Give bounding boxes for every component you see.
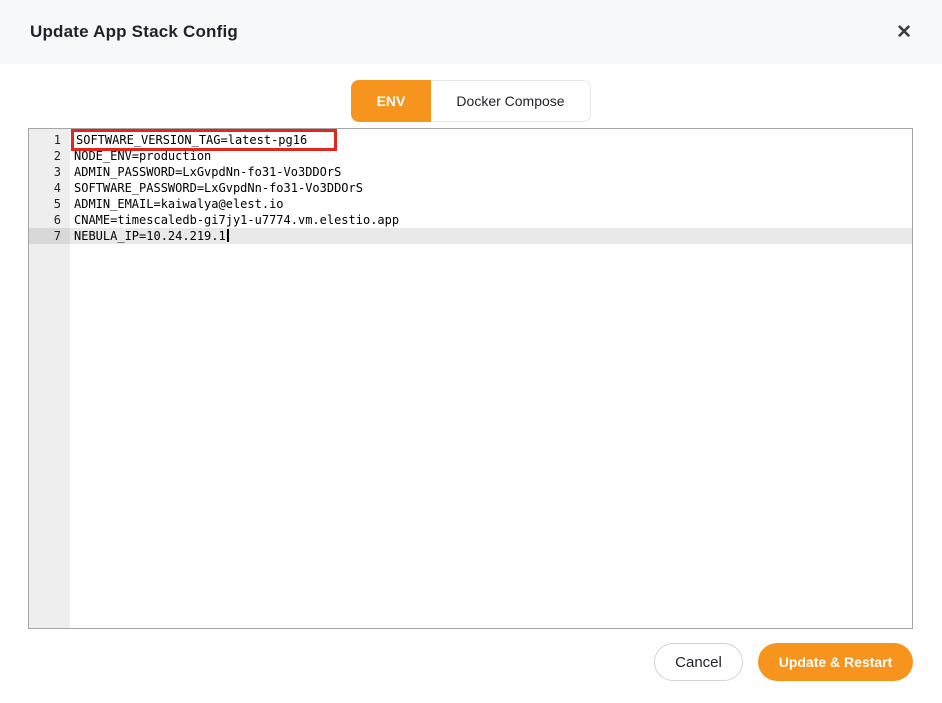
- tab-docker-compose[interactable]: Docker Compose: [431, 80, 591, 122]
- line-number: 2: [29, 148, 70, 164]
- close-icon[interactable]: ✕: [896, 23, 912, 42]
- editor-line[interactable]: SOFTWARE_VERSION_TAG=latest-pg16: [70, 132, 912, 148]
- line-number: 3: [29, 164, 70, 180]
- editor-line[interactable]: SOFTWARE_PASSWORD=LxGvpdNn-fo31-Vo3DDOrS: [70, 180, 912, 196]
- line-number: 4: [29, 180, 70, 196]
- editor-line-text: SOFTWARE_VERSION_TAG=latest-pg16: [76, 133, 307, 147]
- text-cursor: [227, 229, 229, 242]
- modal-footer: Cancel Update & Restart: [654, 643, 913, 681]
- line-number: 5: [29, 196, 70, 212]
- line-number: 6: [29, 212, 70, 228]
- line-number-active: 7: [29, 228, 70, 244]
- highlight-red-box: SOFTWARE_VERSION_TAG=latest-pg16: [71, 129, 337, 151]
- cancel-button[interactable]: Cancel: [654, 643, 743, 681]
- editor-line-text: NEBULA_IP=10.24.219.1: [74, 229, 226, 243]
- line-number: 1: [29, 132, 70, 148]
- modal-header: Update App Stack Config ✕: [0, 0, 942, 64]
- tab-group: ENV Docker Compose: [0, 80, 942, 122]
- editor-line[interactable]: CNAME=timescaledb-gi7jy1-u7774.vm.elesti…: [70, 212, 912, 228]
- page-title: Update App Stack Config: [30, 22, 238, 42]
- editor-line-active[interactable]: NEBULA_IP=10.24.219.1: [70, 228, 912, 244]
- update-restart-button[interactable]: Update & Restart: [758, 643, 913, 681]
- code-editor[interactable]: 1 2 3 4 5 6 7 SOFTWARE_VERSION_TAG=lates…: [28, 128, 913, 629]
- editor-line[interactable]: ADMIN_EMAIL=kaiwalya@elest.io: [70, 196, 912, 212]
- editor-gutter: 1 2 3 4 5 6 7: [29, 129, 70, 628]
- editor-line[interactable]: ADMIN_PASSWORD=LxGvpdNn-fo31-Vo3DDOrS: [70, 164, 912, 180]
- tab-env[interactable]: ENV: [351, 80, 431, 122]
- editor-code-area[interactable]: SOFTWARE_VERSION_TAG=latest-pg16 NODE_EN…: [70, 129, 912, 628]
